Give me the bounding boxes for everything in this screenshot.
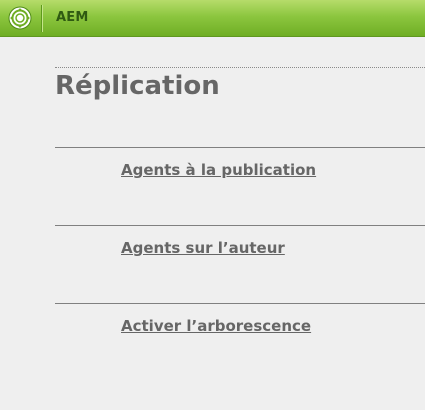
header-divider: [41, 5, 42, 32]
link-activate-tree[interactable]: Activer l’arborescence: [121, 317, 311, 335]
aem-logo-icon[interactable]: [8, 6, 32, 30]
link-agents-publish[interactable]: Agents à la publication: [121, 161, 316, 179]
divider: [55, 147, 425, 148]
divider: [55, 303, 425, 304]
divider: [55, 225, 425, 226]
top-bar: AEM: [0, 0, 425, 37]
app-title[interactable]: AEM: [56, 10, 88, 25]
page-title: Réplication: [55, 71, 220, 101]
link-agents-author[interactable]: Agents sur l’auteur: [121, 239, 285, 257]
title-separator: [55, 67, 425, 68]
